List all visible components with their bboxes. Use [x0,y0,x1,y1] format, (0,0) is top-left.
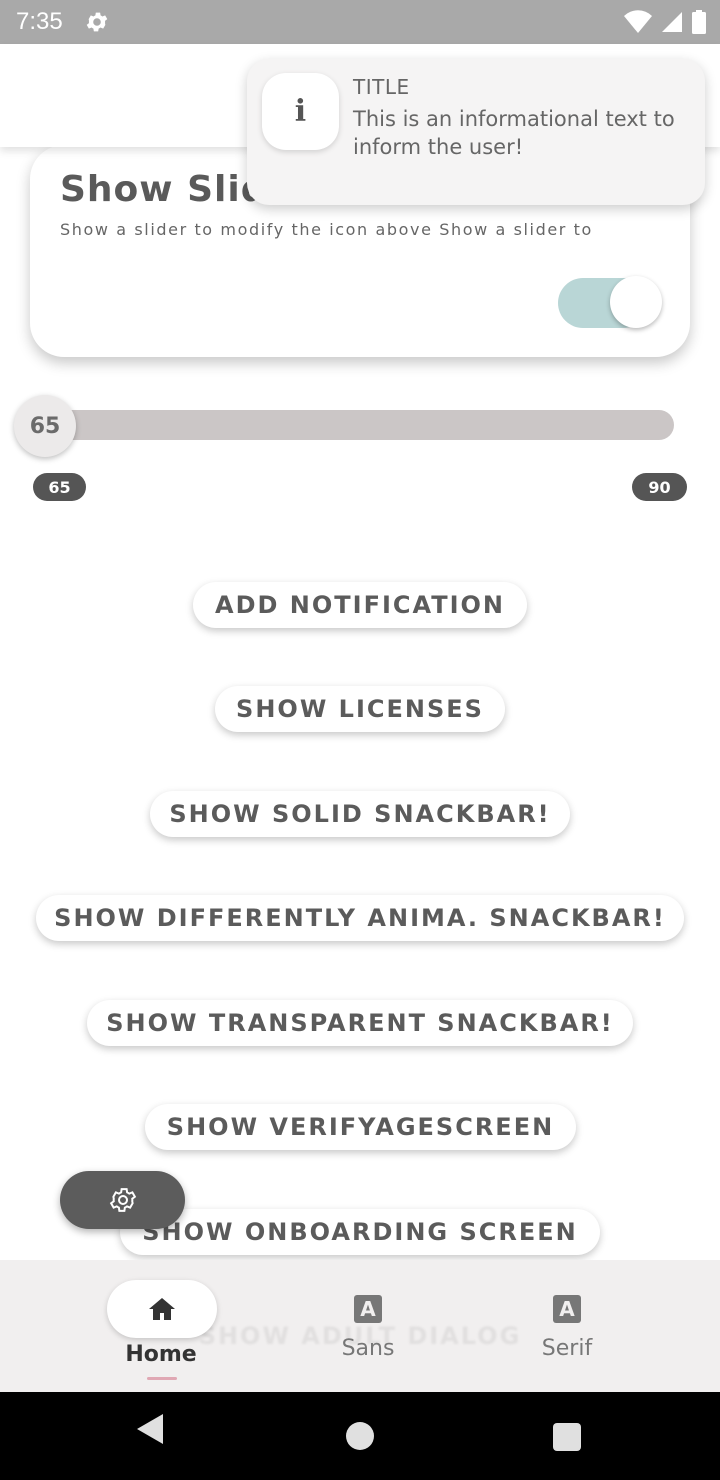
home-circle-icon[interactable] [346,1422,374,1450]
nav-item-sans[interactable]: A Sans [268,1260,468,1392]
add-notification-button[interactable]: ADD NOTIFICATION [193,582,527,628]
slider-min-badge: 65 [33,473,86,501]
settings-icon [86,12,108,32]
nav-label-sans: Sans [341,1336,395,1361]
status-bar: 7:35 [0,0,720,44]
toast-message: This is an informational text to inform … [353,107,675,159]
battery-icon [692,10,706,34]
toast-title: TITLE [353,75,410,99]
nav-label-home: Home [125,1342,197,1367]
slider-max-badge: 90 [632,473,687,501]
signal-icon [662,12,682,32]
system-navigation-bar [0,1392,720,1480]
info-icon: i [262,73,339,150]
selected-underline [147,1377,177,1380]
info-toast[interactable]: i TITLE This is an informational text to… [247,59,705,205]
status-icons [624,10,706,34]
gear-icon [109,1188,136,1212]
toggle-thumb [610,276,662,328]
font-a-icon: A [553,1295,581,1323]
card-title: Show Slid [60,169,268,210]
bottom-navigation: SHOW ADULT DIALOG Home A Sans A Serif [0,1260,720,1392]
screen: 7:35 Show Slid Show a slider to modify t… [0,0,720,1480]
nav-item-serif[interactable]: A Serif [467,1260,667,1392]
recents-icon[interactable] [553,1423,581,1451]
wifi-icon [624,10,652,34]
show-transparent-snackbar-button[interactable]: SHOW TRANSPARENT SNACKBAR! [87,1000,633,1046]
home-indicator [107,1280,217,1338]
show-licenses-button[interactable]: SHOW LICENSES [215,686,505,732]
nav-label-serif: Serif [541,1336,593,1361]
font-a-icon: A [354,1295,382,1323]
settings-fab[interactable] [60,1171,185,1229]
show-solid-snackbar-button[interactable]: SHOW SOLID SNACKBAR! [150,791,570,837]
status-time: 7:35 [16,8,63,35]
show-animated-snackbar-button[interactable]: SHOW DIFFERENTLY ANIMA. SNACKBAR! [36,895,684,941]
home-icon [149,1298,175,1320]
back-icon[interactable] [137,1414,163,1444]
slider-track[interactable] [46,410,674,440]
slider-thumb[interactable]: 65 [14,395,76,457]
show-verify-age-button[interactable]: SHOW VERIFYAGESCREEN [145,1104,576,1150]
card-description: Show a slider to modify the icon above S… [60,220,593,239]
show-onboarding-button[interactable]: SHOW ONBOARDING SCREEN [120,1209,600,1255]
nav-item-home[interactable]: Home [61,1260,261,1392]
show-slider-toggle[interactable] [558,276,662,330]
